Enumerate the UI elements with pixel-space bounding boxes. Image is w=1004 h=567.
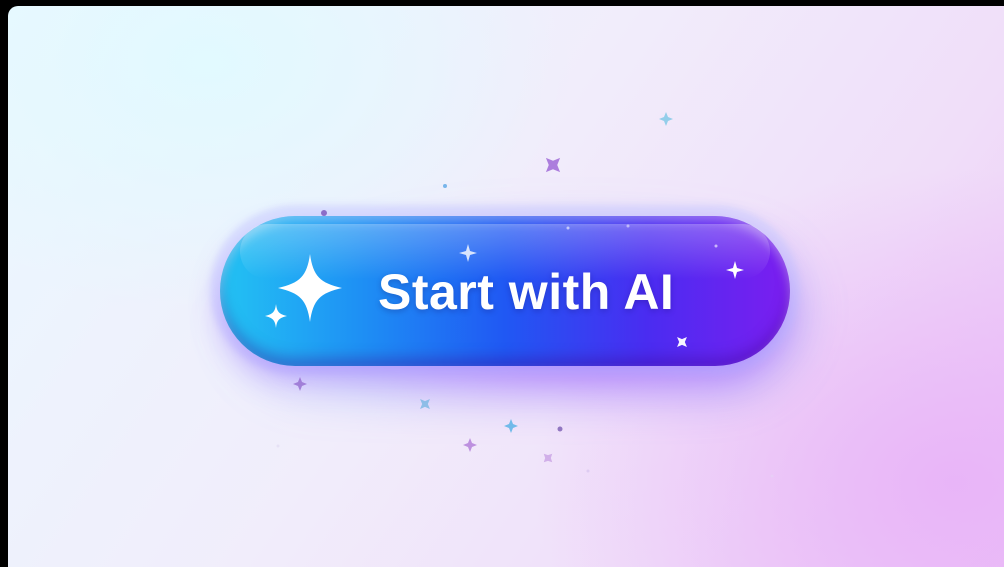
sparkle-icon	[659, 112, 673, 126]
sparkle-icon	[463, 438, 477, 452]
sparkle-dot	[557, 426, 563, 432]
window-frame: Start with AI	[0, 0, 1004, 567]
sparkle-icon	[545, 157, 561, 173]
sparkle-icon	[543, 453, 553, 463]
sparkle-icon	[265, 254, 342, 328]
background-canvas: Start with AI	[8, 6, 1004, 567]
start-with-ai-button[interactable]: Start with AI	[220, 216, 790, 366]
button-label: Start with AI	[378, 264, 675, 320]
sparkle-dot	[443, 184, 447, 188]
sparkle-icon	[504, 419, 518, 433]
